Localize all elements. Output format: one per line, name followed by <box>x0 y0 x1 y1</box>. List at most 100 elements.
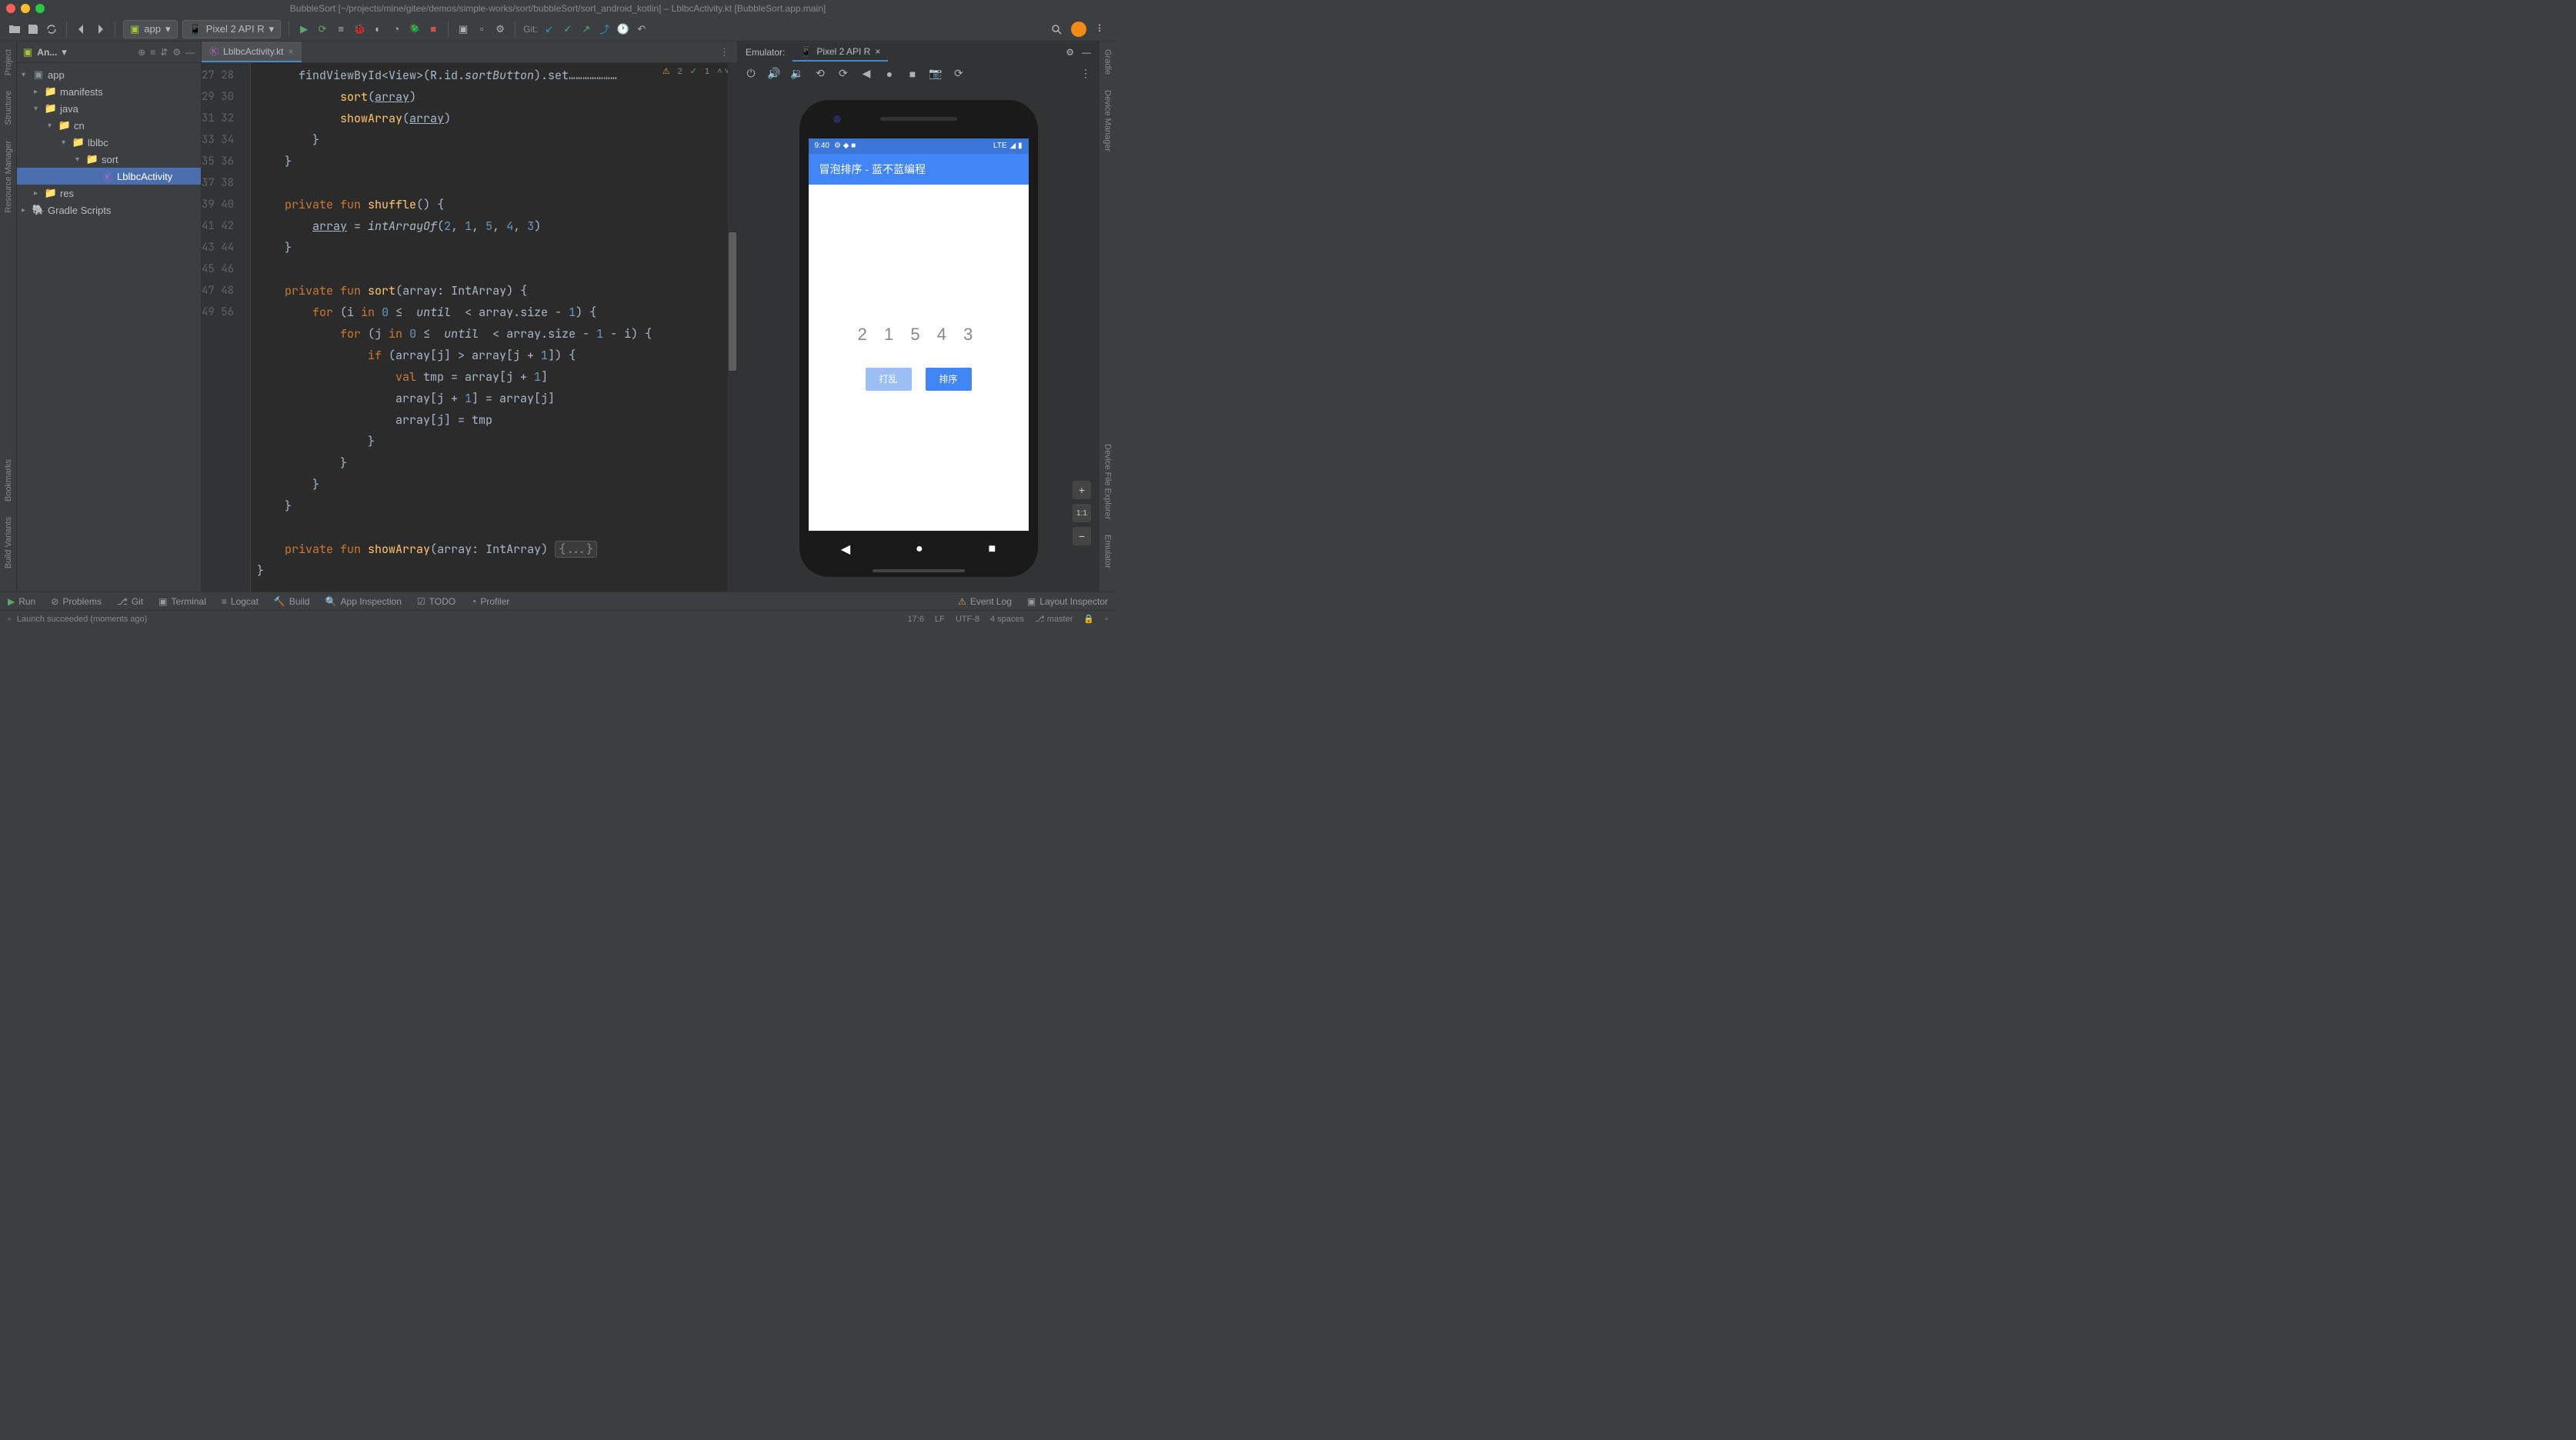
git-tool-button[interactable]: ⎇Git <box>117 596 143 607</box>
open-icon[interactable] <box>8 22 22 36</box>
terminal-tool-button[interactable]: ▣Terminal <box>158 596 206 607</box>
volume-down-icon[interactable]: 🔉 <box>790 67 804 81</box>
device-file-explorer-tool-button[interactable]: Device File Explorer <box>1103 444 1113 519</box>
build-variants-tool-button[interactable]: Build Variants <box>4 517 13 568</box>
line-separator-indicator[interactable]: LF <box>935 615 945 624</box>
save-icon[interactable] <box>26 22 40 36</box>
structure-tool-button[interactable]: Structure <box>4 91 13 125</box>
emulator-device-tab[interactable]: 📱 Pixel 2 API R × <box>792 43 888 62</box>
gear-icon[interactable]: ⚙ <box>172 47 181 58</box>
project-tool-button[interactable]: Project <box>4 49 13 75</box>
problems-tool-button[interactable]: ⊘Problems <box>51 596 102 607</box>
git-branch-indicator[interactable]: ⎇ master <box>1035 614 1073 624</box>
more-icon[interactable]: ⠇ <box>1094 22 1108 36</box>
emulator-tool-button[interactable]: Emulator <box>1103 535 1113 568</box>
indent-indicator[interactable]: 4 spaces <box>990 615 1024 624</box>
app-inspection-tool-button[interactable]: 🔍App Inspection <box>325 596 402 607</box>
tree-item-activity[interactable]: Ⓚ LblbcActivity <box>17 168 201 185</box>
close-tab-icon[interactable]: × <box>288 46 293 57</box>
status-tool-icon[interactable]: ▫ <box>8 615 11 624</box>
search-icon[interactable] <box>1049 22 1063 36</box>
gradle-tool-button[interactable]: Gradle <box>1103 49 1113 75</box>
tree-item-app[interactable]: ▾▣ app <box>17 66 201 83</box>
expand-icon[interactable]: ≡ <box>150 47 155 58</box>
attach-debugger-icon[interactable]: 🪲 <box>408 22 422 36</box>
nav-home-icon[interactable]: ● <box>916 542 923 556</box>
git-update-icon[interactable]: ⤴ <box>598 22 612 36</box>
build-tool-button[interactable]: 🔨Build <box>274 596 310 607</box>
sdk-icon[interactable]: ▫ <box>475 22 489 36</box>
collapse-icon[interactable]: ⇵ <box>160 47 168 58</box>
home-icon[interactable]: ● <box>883 67 896 81</box>
inspection-badge[interactable]: ⚠2 ✓1 ˄ ˅ <box>662 66 729 76</box>
screenshot-icon[interactable]: 📷 <box>929 67 943 81</box>
list-icon[interactable]: ≡ <box>334 22 348 36</box>
sync-icon[interactable] <box>45 22 58 36</box>
tree-item-res[interactable]: ▸📁 res <box>17 185 201 202</box>
run-configuration-selector[interactable]: ▣ app ▾ <box>123 20 178 38</box>
record-icon[interactable]: ⟳ <box>952 67 966 81</box>
avd-icon[interactable]: ▣ <box>456 22 470 36</box>
tree-item-manifests[interactable]: ▸📁 manifests <box>17 83 201 100</box>
back-icon[interactable]: ◀ <box>859 67 873 81</box>
bookmarks-tool-button[interactable]: Bookmarks <box>4 459 13 502</box>
more-icon[interactable]: ⋮ <box>1079 67 1093 81</box>
profiler-tool-button[interactable]: ◔Profiler <box>471 596 509 607</box>
git-rollback-icon[interactable]: ↶ <box>635 22 649 36</box>
project-view-selector[interactable]: An... <box>37 47 57 58</box>
lock-icon[interactable]: 🔒 <box>1083 614 1094 624</box>
target-icon[interactable]: ⊕ <box>138 47 145 58</box>
resource-manager-tool-button[interactable]: Resource Manager <box>4 141 13 213</box>
profiler-icon[interactable]: ◔ <box>389 22 403 36</box>
tree-item-cn[interactable]: ▾📁 cn <box>17 117 201 134</box>
zoom-out-button[interactable]: − <box>1073 527 1091 545</box>
apply-changes-icon[interactable]: ⟳ <box>315 22 329 36</box>
close-icon[interactable]: × <box>875 46 880 57</box>
zoom-fit-button[interactable]: 1:1 <box>1073 504 1091 522</box>
shuffle-button[interactable]: 打乱 <box>866 368 912 391</box>
line-col-indicator[interactable]: 17:6 <box>908 615 924 624</box>
forward-icon[interactable] <box>93 22 107 36</box>
scroll-thumb[interactable] <box>729 232 736 371</box>
zoom-in-button[interactable]: + <box>1073 481 1091 499</box>
power-icon[interactable]: ⏻ <box>744 67 758 81</box>
device-manager-tool-button[interactable]: Device Manager <box>1103 90 1113 152</box>
layout-inspector-button[interactable]: ▣Layout Inspector <box>1027 596 1108 607</box>
user-avatar[interactable] <box>1071 22 1086 37</box>
tree-item-java[interactable]: ▾📁 java <box>17 100 201 117</box>
debug-icon[interactable]: 🐞 <box>352 22 366 36</box>
minimize-icon[interactable]: — <box>1082 47 1091 58</box>
tree-item-lblbc[interactable]: ▾📁 lblbc <box>17 134 201 151</box>
editor-tab-active[interactable]: Ⓚ LblbcActivity.kt × <box>202 42 302 62</box>
minimize-icon[interactable]: — <box>185 47 195 58</box>
tabs-more-icon[interactable]: ⋮ <box>712 46 737 58</box>
back-icon[interactable] <box>75 22 88 36</box>
rotate-right-icon[interactable]: ⟳ <box>836 67 850 81</box>
run-tool-button[interactable]: ▶Run <box>8 596 35 607</box>
coverage-icon[interactable]: ◐ <box>371 22 385 36</box>
nav-overview-icon[interactable]: ■ <box>988 542 996 556</box>
logcat-tool-button[interactable]: ≡Logcat <box>222 596 259 607</box>
code-editor[interactable]: 27 28 29 30 31 32 33 34 35 36 37 38 39 4… <box>202 63 737 592</box>
settings-icon[interactable]: ⚙ <box>493 22 507 36</box>
minimize-window-button[interactable] <box>21 4 30 13</box>
device-selector[interactable]: 📱 Pixel 2 API R ▾ <box>182 20 282 38</box>
run-icon[interactable]: ▶ <box>297 22 311 36</box>
git-history-icon[interactable]: 🕐 <box>616 22 630 36</box>
git-push-icon[interactable]: ↗ <box>579 22 593 36</box>
rotate-left-icon[interactable]: ⟲ <box>813 67 827 81</box>
fold-gutter[interactable] <box>240 63 251 592</box>
project-tree[interactable]: ▾▣ app ▸📁 manifests ▾📁 java ▾📁 cn ▾📁 lbl… <box>17 63 201 222</box>
git-pull-icon[interactable]: ↙ <box>542 22 556 36</box>
gear-icon[interactable]: ⚙ <box>1066 47 1074 58</box>
stop-icon[interactable]: ■ <box>426 22 440 36</box>
phone-screen[interactable]: 9:40 ⚙ ◆ ■ LTE ◢ ▮ 冒泡排序 - 蓝不蓝编程 2 1 5 4 … <box>809 138 1029 531</box>
notification-icon[interactable]: ▫ <box>1105 615 1108 624</box>
todo-tool-button[interactable]: ☑TODO <box>417 596 455 607</box>
overview-icon[interactable]: ■ <box>906 67 919 81</box>
volume-up-icon[interactable]: 🔊 <box>767 67 781 81</box>
maximize-window-button[interactable] <box>35 4 45 13</box>
git-commit-icon[interactable]: ✓ <box>561 22 575 36</box>
sort-button[interactable]: 排序 <box>926 368 972 391</box>
nav-back-icon[interactable]: ◀ <box>841 542 850 557</box>
